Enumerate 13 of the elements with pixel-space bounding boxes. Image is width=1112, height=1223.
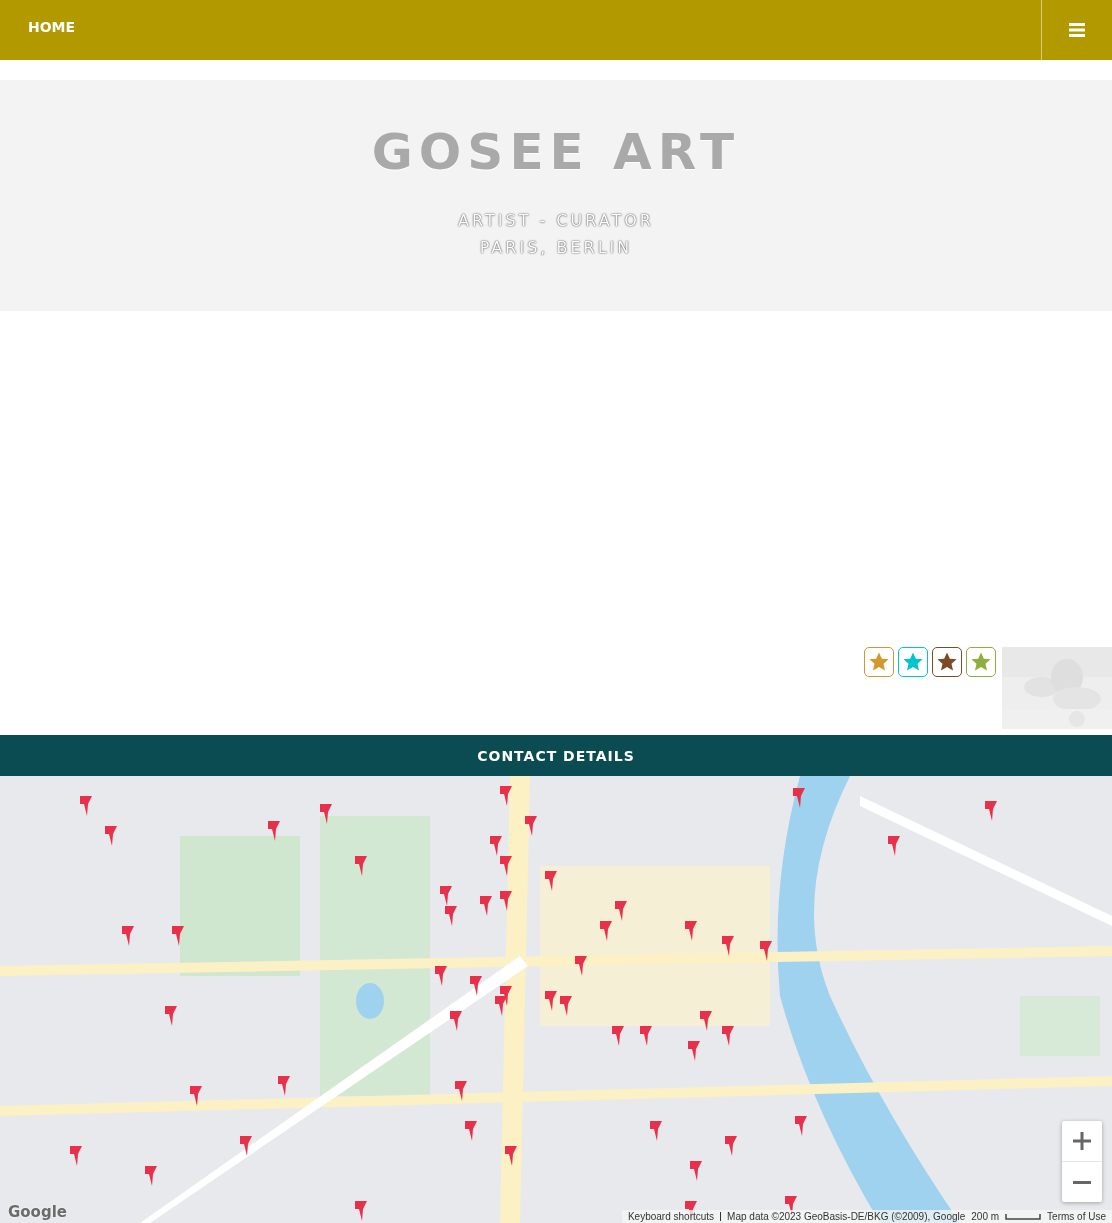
map-data-text: Map data ©2023 GeoBasis-DE/BKG (©2009), Google [727,1211,966,1222]
terms-of-use-link[interactable]: Terms of Use [1047,1211,1106,1222]
scale-bar-icon [1005,1213,1042,1220]
menu-icon [1069,23,1085,37]
google-logo: Google [8,1203,67,1221]
subtitle: ARTIST - CURATOR [458,210,654,232]
minus-icon [1073,1180,1091,1184]
plus-icon [1073,1132,1091,1150]
keyboard-shortcuts-link[interactable]: Keyboard shortcuts [627,1211,715,1222]
contact-heading: CONTACT DETAILS [477,747,635,764]
site-title: GOSEE ART [371,122,741,182]
subtitle: PARIS, BERLIN [479,237,633,259]
scale-label: 200 m [971,1211,1000,1222]
